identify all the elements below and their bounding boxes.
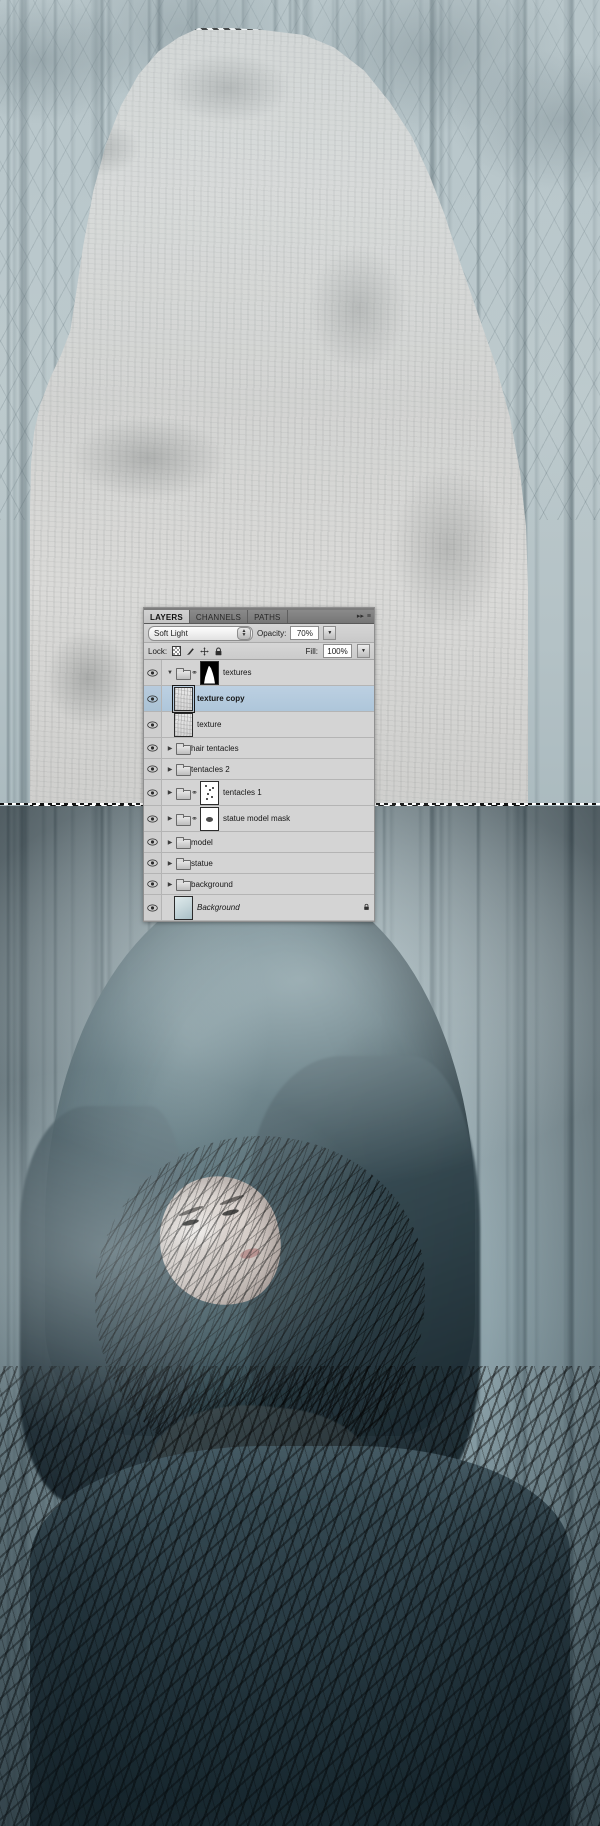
link-mask-icon[interactable]: ⚭ [191, 788, 198, 797]
disclosure-right-icon[interactable]: ▶ [164, 789, 176, 796]
layer-visibility-toggle[interactable] [144, 759, 162, 779]
blend-mode-stepper-icon[interactable]: ▲ ▼ [237, 626, 251, 640]
disclosure-right-icon[interactable]: ▶ [164, 745, 176, 752]
layer-name: statue [191, 858, 213, 868]
layer-thumbnail[interactable] [172, 684, 195, 713]
layer-name: Background [197, 903, 240, 912]
lock-transparent-pixels-icon[interactable] [172, 646, 182, 656]
layer-name: texture [197, 720, 222, 729]
disclosure-right-icon[interactable]: ▶ [164, 881, 176, 888]
layer-row[interactable]: ▶ model [144, 832, 374, 853]
layer-row[interactable]: ▶ statue [144, 853, 374, 874]
opacity-label: Opacity: [257, 628, 287, 638]
layer-visibility-toggle[interactable] [144, 832, 162, 852]
layer-row[interactable]: ▶ tentacles 2 [144, 759, 374, 780]
layer-visibility-toggle[interactable] [144, 712, 162, 737]
folder-icon [176, 879, 191, 891]
layer-row[interactable]: ▶ ⚭ tentacles 1 [144, 780, 374, 806]
fill-input[interactable]: 100% [323, 644, 352, 658]
layer-name: textures [223, 668, 252, 677]
lock-image-pixels-icon[interactable] [186, 647, 195, 656]
layer-visibility-toggle[interactable] [144, 853, 162, 873]
layer-row[interactable]: texture [144, 712, 374, 738]
blend-mode-row: Soft Light ▲ ▼ Opacity: 70% ▼ [144, 624, 374, 643]
hair-tentacles-overlay [0, 1366, 600, 1826]
layer-visibility-toggle[interactable] [144, 660, 162, 685]
link-mask-icon[interactable]: ⚭ [191, 814, 198, 823]
tab-layers[interactable]: LAYERS [144, 610, 190, 623]
folder-icon [176, 837, 191, 849]
link-mask-icon[interactable]: ⚭ [191, 668, 198, 677]
layer-row[interactable]: Background [144, 895, 374, 921]
layer-row[interactable]: ▶ hair tentacles [144, 738, 374, 759]
opacity-dropdown-icon[interactable]: ▼ [323, 626, 337, 640]
layer-thumbnail[interactable] [200, 780, 219, 805]
disclosure-right-icon[interactable]: ▶ [164, 766, 176, 773]
layer-thumbnail[interactable] [174, 895, 193, 920]
layer-list: ▼ ⚭ textures texture copy texture ▶ hair tenta… [144, 660, 374, 921]
layer-visibility-toggle[interactable] [144, 895, 162, 920]
folder-icon [176, 667, 191, 680]
layer-visibility-toggle[interactable] [144, 780, 162, 805]
folder-icon [176, 858, 191, 870]
folder-icon [176, 787, 191, 800]
layer-name: tentacles 2 [191, 764, 230, 774]
disclosure-right-icon[interactable]: ▶ [164, 860, 176, 867]
lock-all-icon[interactable] [214, 647, 223, 656]
tab-bar-filler: ▸▸ ≡ [287, 610, 374, 623]
lock-row: Lock: Fill: 100% ▼ [144, 643, 374, 660]
tab-channels[interactable]: CHANNELS [189, 610, 249, 623]
layer-visibility-toggle[interactable] [144, 806, 162, 831]
layer-name: tentacles 1 [223, 788, 262, 797]
layers-panel[interactable]: LAYERS CHANNELS PATHS ▸▸ ≡ Soft Light ▲ ▼… [143, 607, 375, 922]
disclosure-down-icon[interactable]: ▼ [164, 670, 176, 676]
layer-row[interactable]: ▼ ⚭ textures [144, 660, 374, 686]
layer-name: background [191, 879, 233, 889]
opacity-input[interactable]: 70% [290, 626, 320, 640]
layer-name: hair tentacles [191, 743, 239, 753]
blend-mode-value: Soft Light [154, 628, 188, 638]
layer-row[interactable]: ▶ ⚭ statue model mask [144, 806, 374, 832]
disclosure-right-icon[interactable]: ▶ [164, 815, 176, 822]
panel-menu-icon[interactable]: ≡ [367, 613, 371, 620]
disclosure-right-icon[interactable]: ▶ [164, 839, 176, 846]
blend-mode-select[interactable]: Soft Light ▲ ▼ [148, 625, 253, 641]
layer-name: statue model mask [223, 814, 291, 823]
lock-position-icon[interactable] [200, 646, 209, 656]
fill-dropdown-icon[interactable]: ▼ [357, 644, 370, 658]
tab-paths[interactable]: PATHS [248, 610, 288, 623]
layer-row[interactable]: texture copy [144, 684, 374, 713]
hooded-figure [0, 806, 600, 1826]
collapse-icon[interactable]: ▸▸ [357, 613, 364, 620]
layer-visibility-toggle[interactable] [144, 738, 162, 758]
folder-icon [176, 813, 191, 826]
folder-icon [176, 743, 191, 755]
layer-row[interactable]: ▶ background [144, 874, 374, 895]
fill-label: Fill: [305, 646, 318, 656]
layer-name: texture copy [197, 694, 245, 703]
folder-icon [176, 764, 191, 776]
lock-label: Lock: [148, 646, 168, 656]
panel-tab-bar: LAYERS CHANNELS PATHS ▸▸ ≡ [144, 608, 374, 624]
layer-visibility-toggle[interactable] [144, 686, 162, 711]
layer-lock-icon [363, 903, 370, 913]
layer-name: model [191, 837, 213, 847]
layer-thumbnail[interactable] [200, 660, 219, 685]
layer-visibility-toggle[interactable] [144, 874, 162, 894]
layer-thumbnail[interactable] [200, 806, 219, 831]
layer-thumbnail[interactable] [174, 712, 193, 737]
